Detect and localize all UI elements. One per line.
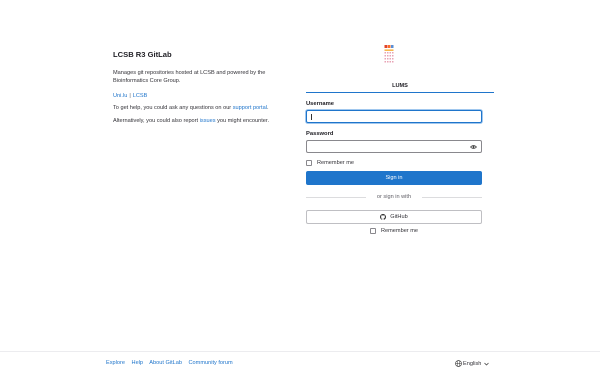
username-field[interactable] [306, 110, 482, 123]
github-icon [380, 214, 387, 220]
help-prefix: To get help, you could ask any questions… [113, 105, 233, 111]
support-portal-link[interactable]: support portal [233, 105, 267, 111]
lcsb-link[interactable]: LCSB [133, 93, 148, 99]
language-label: English [463, 360, 482, 367]
page-title: LCSB R3 GitLab [113, 50, 172, 59]
text-cursor [311, 114, 312, 120]
link-separator: | [129, 93, 131, 99]
issues-suffix: you might encounter. [215, 118, 270, 124]
footer-link-explore[interactable]: Explore [106, 360, 125, 366]
language-selector[interactable]: English [455, 360, 490, 367]
sign-in-button[interactable]: Sign in [306, 171, 482, 185]
login-tabs: LUMS [306, 74, 494, 93]
username-label: Username [306, 101, 335, 107]
gitlab-logo-icon [384, 45, 394, 63]
footer-links: Explore Help About GitLab Community foru… [106, 360, 238, 366]
remember-me-checkbox-2[interactable] [370, 228, 376, 234]
remember-me-label-2[interactable]: Remember me [381, 228, 418, 234]
site-links: Uni.lu | LCSB [113, 93, 295, 99]
unilu-link[interactable]: Uni.lu [113, 93, 127, 99]
footer-link-help[interactable]: Help [132, 360, 144, 366]
chevron-down-icon [484, 362, 490, 365]
globe-icon [455, 360, 462, 367]
remember-me-checkbox[interactable] [306, 160, 312, 166]
site-description: Manages git repositories hosted at LCSB … [113, 70, 266, 84]
password-field[interactable] [306, 140, 482, 153]
remember-me-row-2: Remember me [306, 228, 482, 234]
login-panel: LUMS Username Password Remember me Sign … [306, 74, 494, 234]
sign-in-divider: or sign in with [306, 193, 482, 201]
tab-lums[interactable]: LUMS [392, 83, 408, 89]
help-suffix: . [266, 105, 269, 111]
remember-me-row: Remember me [306, 160, 494, 166]
remember-me-label[interactable]: Remember me [317, 160, 354, 166]
issues-prefix: Alternatively, you could also report [113, 118, 200, 124]
github-button-label: GitHub [390, 214, 408, 220]
eye-icon[interactable] [470, 144, 477, 150]
issues-text: Alternatively, you could also report iss… [113, 117, 295, 125]
divider-line-right [422, 197, 482, 198]
password-label: Password [306, 131, 334, 137]
footer-link-community[interactable]: Community forum [189, 360, 233, 366]
info-panel: LCSB R3 GitLab Manages git repositories … [113, 50, 295, 125]
footer: Explore Help About GitLab Community foru… [0, 351, 600, 375]
issues-link[interactable]: issues [200, 118, 216, 124]
help-text: To get help, you could ask any questions… [113, 104, 295, 112]
footer-link-about[interactable]: About GitLab [149, 360, 182, 366]
github-button[interactable]: GitHub [306, 210, 482, 224]
